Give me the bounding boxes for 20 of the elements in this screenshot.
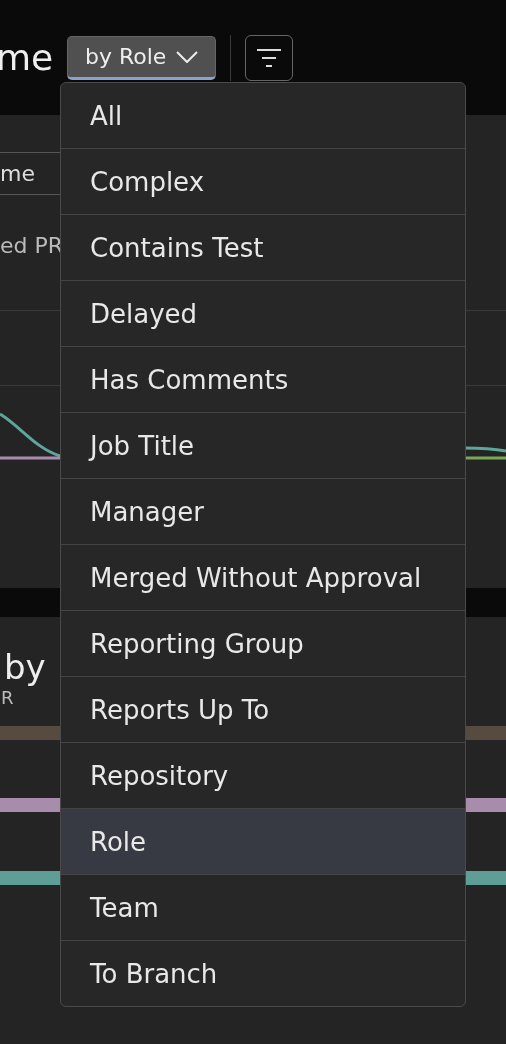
card-title: by [4,647,46,687]
menu-item[interactable]: Delayed [61,280,465,346]
filter-icon [256,47,283,68]
filter-button[interactable] [245,34,294,81]
menu-item[interactable]: Contains Test [61,214,465,280]
menu-item[interactable]: Job Title [61,412,465,478]
menu-item[interactable]: Reporting Group [61,610,465,676]
menu-item[interactable]: To Branch [61,940,465,1006]
menu-item[interactable]: Manager [61,478,465,544]
group-by-dropdown[interactable]: by Role [67,35,217,80]
menu-item[interactable]: Reports Up To [61,676,465,742]
menu-item[interactable]: Role [61,808,465,874]
menu-item[interactable]: Has Comments [61,346,465,412]
menu-item[interactable]: All [61,83,465,148]
menu-item[interactable]: Team [61,874,465,940]
chart-subtitle: ed PR [0,233,64,258]
menu-item[interactable]: Merged Without Approval [61,544,465,610]
menu-item[interactable]: Complex [61,148,465,214]
legend-label: R [1,687,14,709]
chevron-icon [176,50,199,63]
